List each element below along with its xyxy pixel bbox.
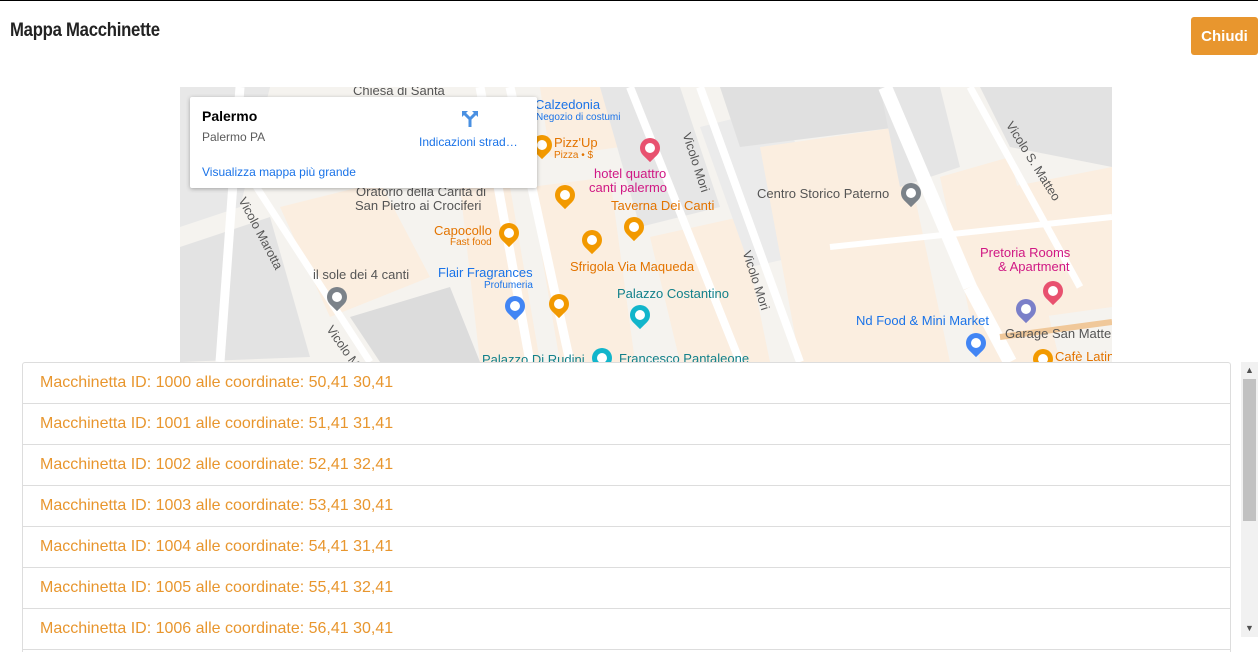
- map-place-label[interactable]: & Apartment: [998, 259, 1070, 274]
- map-place-label[interactable]: Flair Fragrances: [438, 265, 533, 280]
- map-place-label: Garage San Matte: [1005, 326, 1112, 341]
- machine-list-item[interactable]: Macchinetta ID: 1003 alle coordinate: 53…: [23, 486, 1230, 527]
- map-place-label[interactable]: canti palermo: [589, 180, 667, 195]
- info-card-address: Palermo PA: [202, 130, 266, 144]
- map-place-label[interactable]: Calzedonia: [535, 97, 600, 112]
- map-place-sublabel: Profumeria: [484, 280, 533, 291]
- larger-map-link[interactable]: Visualizza mappa più grande: [202, 165, 356, 179]
- map-place-label[interactable]: Francesco Pantaleone: [619, 351, 749, 362]
- map-place-label[interactable]: Taverna Dei Canti: [611, 198, 714, 213]
- scroll-up-arrow-icon[interactable]: ▲: [1241, 362, 1258, 379]
- map-place-label[interactable]: Cafè Latin: [1055, 349, 1112, 362]
- map-place-sublabel: Negozio di costumi: [536, 112, 621, 123]
- map-info-card: Palermo Palermo PA Indicazioni strad… Vi…: [190, 97, 537, 188]
- machine-list-item[interactable]: Macchinetta ID: 1000 alle coordinate: 50…: [23, 363, 1230, 404]
- map-place-label[interactable]: Palazzo Di Rudini: [482, 352, 585, 362]
- map-place-sublabel: Pizza • $: [554, 150, 594, 161]
- map-place-label: San Pietro ai Crociferi: [355, 198, 482, 213]
- machine-list-item[interactable]: Macchinetta ID: 1004 alle coordinate: 54…: [23, 527, 1230, 568]
- page-title: Mappa Macchinette: [10, 20, 160, 41]
- map-place-label: il sole dei 4 canti: [313, 267, 410, 282]
- scroll-down-arrow-icon[interactable]: ▼: [1241, 620, 1258, 637]
- machine-list-item[interactable]: Macchinetta ID: 1001 alle coordinate: 51…: [23, 404, 1230, 445]
- map-place-sublabel: Fast food: [450, 237, 492, 248]
- top-border: [0, 0, 1258, 1]
- map-place-label[interactable]: Pizz'Up: [554, 135, 598, 150]
- map-place-label[interactable]: Palazzo Costantino: [617, 286, 729, 301]
- embedded-map[interactable]: Vicolo Marotta Vicolo Mori Vicolo Mori V…: [180, 87, 1112, 362]
- info-card-title: Palermo: [202, 108, 258, 124]
- map-place-label[interactable]: Nd Food & Mini Market: [856, 313, 989, 328]
- scrollbar-thumb[interactable]: [1243, 379, 1256, 521]
- close-button[interactable]: Chiudi: [1191, 17, 1258, 55]
- map-place-label: Centro Storico Paterno: [757, 186, 890, 201]
- machine-list-item[interactable]: Macchinetta ID: 1002 alle coordinate: 52…: [23, 445, 1230, 486]
- map-place-label[interactable]: Sfrigola Via Maqueda: [570, 259, 694, 274]
- machines-list[interactable]: Macchinetta ID: 1000 alle coordinate: 50…: [22, 362, 1231, 652]
- machine-list-item[interactable]: Macchinetta ID: 1006 alle coordinate: 56…: [23, 609, 1230, 650]
- directions-link[interactable]: Indicazioni strad…: [419, 135, 518, 149]
- list-scrollbar[interactable]: ▲ ▼: [1241, 362, 1258, 637]
- machine-list-item[interactable]: Macchinetta ID: 1005 alle coordinate: 55…: [23, 568, 1230, 609]
